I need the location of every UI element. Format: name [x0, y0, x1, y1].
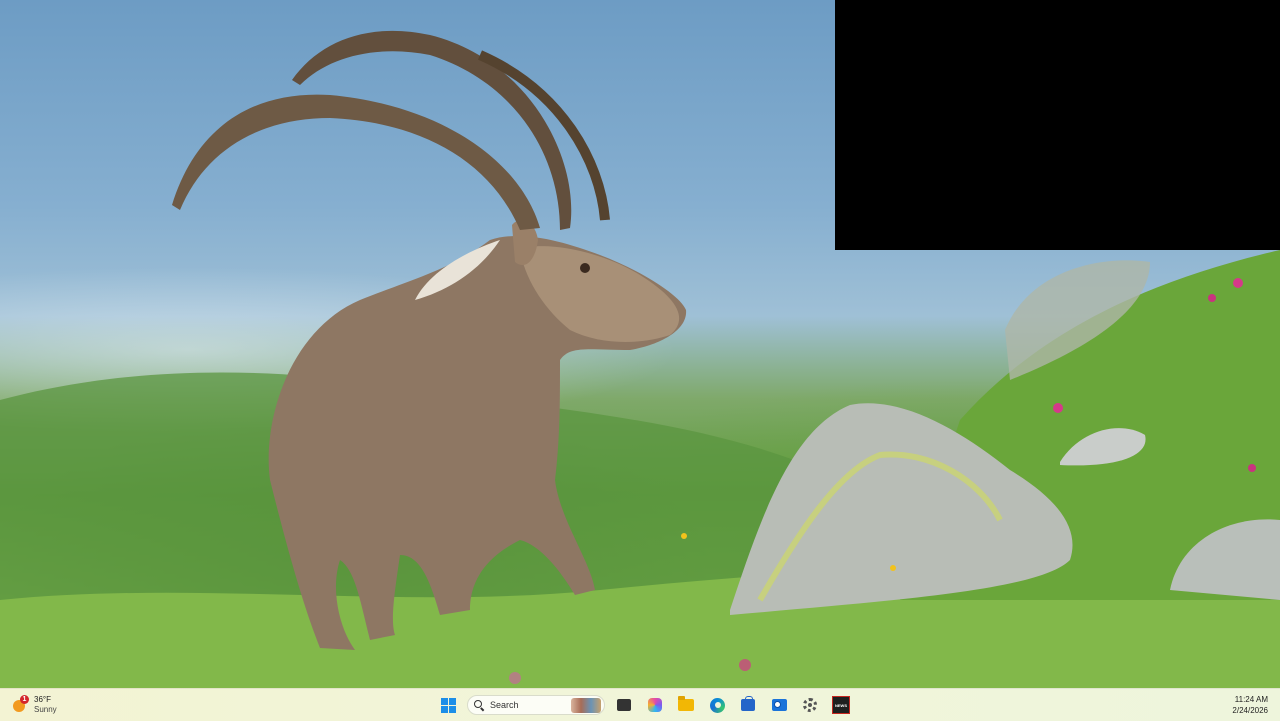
outlook-button[interactable]: [767, 693, 791, 717]
ibex-eye: [580, 263, 590, 273]
windows-logo-icon: [440, 697, 456, 713]
flower: [890, 565, 896, 571]
flower: [1053, 403, 1063, 413]
clock-time: 11:24 AM: [1234, 695, 1268, 704]
store-bag-icon: [741, 696, 755, 711]
system-clock[interactable]: 11:24 AM 2/24/2026: [1232, 694, 1268, 716]
gear-icon: [803, 698, 817, 712]
task-view-icon: [617, 699, 631, 711]
settings-button[interactable]: [798, 693, 822, 717]
folder-icon: [678, 696, 694, 711]
flower: [1208, 294, 1216, 302]
taskbar: 1 36°F Sunny Search NEWS 11:24 AM 2/24/2…: [0, 688, 1280, 721]
task-view-button[interactable]: [612, 693, 636, 717]
search-box[interactable]: [467, 695, 605, 715]
black-overlay-window: [835, 0, 1280, 250]
weather-alert-badge: 1: [20, 695, 29, 704]
ibex-horn-left: [172, 94, 540, 230]
edge-button[interactable]: [705, 693, 729, 717]
clock-date: 2/24/2026: [1232, 706, 1268, 715]
file-explorer-button[interactable]: [674, 693, 698, 717]
flower: [1233, 278, 1243, 288]
news-app-label: NEWS: [835, 702, 847, 708]
news-app-button[interactable]: NEWS: [829, 693, 853, 717]
weather-widget[interactable]: 1 36°F Sunny: [12, 693, 57, 717]
sun-icon: 1: [12, 695, 29, 713]
flower: [1248, 464, 1256, 472]
edge-icon: [709, 697, 725, 713]
store-button[interactable]: [736, 693, 760, 717]
flower: [509, 672, 521, 684]
outlook-icon: [771, 699, 787, 711]
flower: [681, 533, 687, 539]
search-icon: [474, 700, 484, 710]
copilot-button[interactable]: [643, 693, 667, 717]
copilot-icon: [648, 698, 662, 712]
news-app-icon: NEWS: [832, 696, 850, 714]
search-highlight-image: [571, 698, 601, 713]
weather-condition: Sunny: [34, 705, 57, 714]
start-button[interactable]: [436, 693, 460, 717]
taskbar-center: NEWS: [436, 692, 853, 718]
weather-temperature: 36°F: [34, 695, 51, 704]
flower: [739, 659, 751, 671]
search-input[interactable]: [490, 700, 570, 710]
